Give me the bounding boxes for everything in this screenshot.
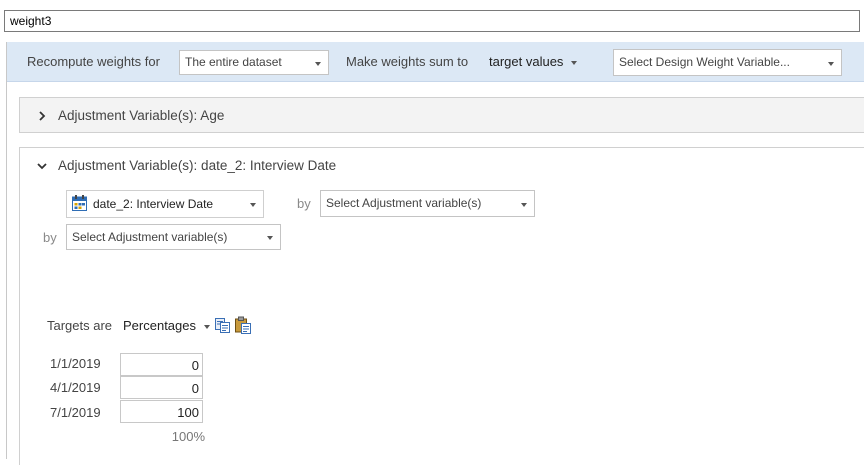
adjustment-variable-placeholder: Select Adjustment variable(s) — [72, 230, 228, 244]
adjustment-variable-value: date_2: Interview Date — [93, 197, 214, 211]
chevron-right-icon — [39, 111, 46, 121]
chevron-down-icon — [521, 202, 527, 207]
recompute-scope-dropdown[interactable]: The entire dataset — [179, 50, 329, 75]
panel-header-interview-date[interactable]: Adjustment Variable(s): date_2: Intervie… — [20, 148, 864, 182]
chevron-down-icon — [267, 236, 273, 240]
target-value-cell[interactable]: 0 — [120, 376, 203, 399]
panel-title-age: Adjustment Variable(s): Age — [58, 108, 225, 123]
design-weight-placeholder: Select Design Weight Variable... — [619, 55, 790, 69]
design-weight-dropdown[interactable]: Select Design Weight Variable... — [613, 49, 842, 76]
weights-toolbar: Recompute weights for The entire dataset… — [7, 42, 864, 82]
copy-icon[interactable] — [214, 316, 232, 334]
chevron-down-icon — [204, 324, 210, 329]
adjustment-variable-dropdown-3[interactable]: Select Adjustment variable(s) — [66, 224, 281, 250]
targets-type-value: Percentages — [123, 318, 196, 333]
sum-target-value: target values — [489, 54, 564, 69]
target-row-label: 1/1/2019 — [50, 356, 101, 371]
targets-type-dropdown[interactable]: Percentages — [123, 318, 210, 333]
adjustment-variable-placeholder: Select Adjustment variable(s) — [326, 196, 482, 210]
panel-header-age[interactable]: Adjustment Variable(s): Age — [20, 98, 864, 132]
target-value-cell[interactable]: 100 — [120, 400, 203, 423]
chevron-down-icon — [828, 61, 834, 66]
chevron-down-icon — [571, 60, 578, 65]
target-row-label: 7/1/2019 — [50, 405, 101, 420]
panel-title-interview-date: Adjustment Variable(s): date_2: Intervie… — [58, 158, 337, 173]
sum-label: Make weights sum to — [346, 54, 469, 69]
targets-total: 100% — [171, 429, 205, 444]
weight-name-input[interactable] — [4, 10, 860, 32]
targets-label: Targets are — [47, 318, 113, 333]
adjustment-variable-dropdown[interactable]: date_2: Interview Date — [66, 190, 264, 218]
paste-icon[interactable] — [234, 316, 252, 334]
recompute-scope-value: The entire dataset — [185, 55, 282, 69]
calendar-variable-icon — [72, 195, 87, 211]
chevron-down-icon — [37, 163, 47, 170]
target-value-cell[interactable]: 0 — [120, 353, 203, 376]
recompute-label: Recompute weights for — [27, 54, 160, 69]
by-label: by — [43, 230, 57, 245]
adjustment-panel-interview-date: Adjustment Variable(s): date_2: Intervie… — [19, 147, 864, 465]
adjustment-panel-age: Adjustment Variable(s): Age — [19, 97, 864, 133]
adjustment-variable-dropdown-2[interactable]: Select Adjustment variable(s) — [320, 190, 535, 217]
chevron-down-icon — [315, 61, 321, 66]
weight-editor: Recompute weights for The entire dataset… — [6, 42, 864, 465]
chevron-down-icon — [250, 203, 256, 207]
target-row-label: 4/1/2019 — [50, 380, 101, 395]
by-label: by — [297, 196, 311, 211]
sum-target-dropdown[interactable]: target values — [489, 54, 578, 69]
